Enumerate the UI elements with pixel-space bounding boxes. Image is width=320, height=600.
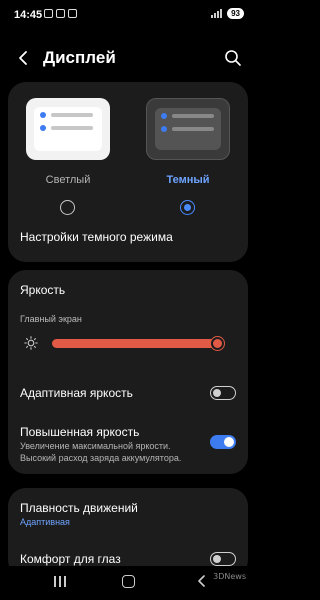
brightness-title: Яркость bbox=[20, 283, 66, 297]
dark-theme-preview[interactable] bbox=[146, 98, 230, 160]
extra-brightness-toggle[interactable] bbox=[210, 435, 236, 449]
back-arrow-icon[interactable] bbox=[16, 50, 32, 66]
motion-card: Плавность движений Адаптивная Комфорт дл… bbox=[8, 488, 248, 578]
status-bar: 14:45 93 bbox=[0, 0, 256, 30]
motion-smoothness-value: Адаптивная bbox=[20, 517, 70, 527]
adaptive-brightness-toggle[interactable] bbox=[210, 386, 236, 400]
brightness-card: Яркость Главный экран Адаптивная яркость… bbox=[8, 270, 248, 474]
light-theme-preview[interactable] bbox=[26, 98, 110, 160]
theme-option-dark[interactable]: Темный bbox=[132, 94, 244, 222]
search-icon[interactable] bbox=[224, 49, 242, 67]
sun-icon bbox=[24, 336, 38, 350]
extra-brightness-label: Повышенная яркость bbox=[20, 425, 140, 439]
recent-apps-icon[interactable] bbox=[54, 576, 66, 587]
notification-icons bbox=[44, 9, 77, 18]
navigation-bar: 3DNews bbox=[0, 566, 256, 600]
main-screen-label: Главный экран bbox=[20, 314, 82, 324]
battery-icon: 93 bbox=[227, 8, 244, 19]
notification-icon bbox=[44, 9, 53, 18]
mail-icon bbox=[68, 9, 77, 18]
app-header: Дисплей bbox=[0, 40, 256, 76]
eye-comfort-label: Комфорт для глаз bbox=[20, 552, 121, 566]
theme-card: Светлый Темный Настройки темного режима bbox=[8, 82, 248, 262]
brightness-slider-thumb[interactable] bbox=[211, 337, 224, 350]
extra-brightness-description: Увеличение максимальной яркости. Высокий… bbox=[20, 441, 182, 463]
dark-mode-settings-item[interactable]: Настройки темного режима bbox=[20, 230, 173, 244]
eye-comfort-toggle[interactable] bbox=[210, 552, 236, 566]
dark-theme-radio[interactable] bbox=[180, 200, 195, 215]
motion-smoothness-label[interactable]: Плавность движений bbox=[20, 501, 138, 515]
dark-theme-label: Темный bbox=[166, 174, 210, 186]
brightness-slider-track[interactable] bbox=[52, 339, 222, 348]
watermark: 3DNews bbox=[213, 572, 246, 581]
home-icon[interactable] bbox=[122, 575, 135, 588]
gallery-icon bbox=[56, 9, 65, 18]
status-time: 14:45 bbox=[14, 9, 43, 21]
status-right: 93 bbox=[211, 8, 244, 19]
signal-icon bbox=[211, 9, 223, 18]
theme-option-light[interactable]: Светлый bbox=[12, 94, 124, 222]
page-title: Дисплей bbox=[43, 48, 116, 67]
light-theme-label: Светлый bbox=[45, 174, 91, 186]
adaptive-brightness-label: Адаптивная яркость bbox=[20, 386, 133, 400]
nav-back-icon[interactable] bbox=[196, 575, 208, 587]
light-theme-radio[interactable] bbox=[60, 200, 75, 215]
